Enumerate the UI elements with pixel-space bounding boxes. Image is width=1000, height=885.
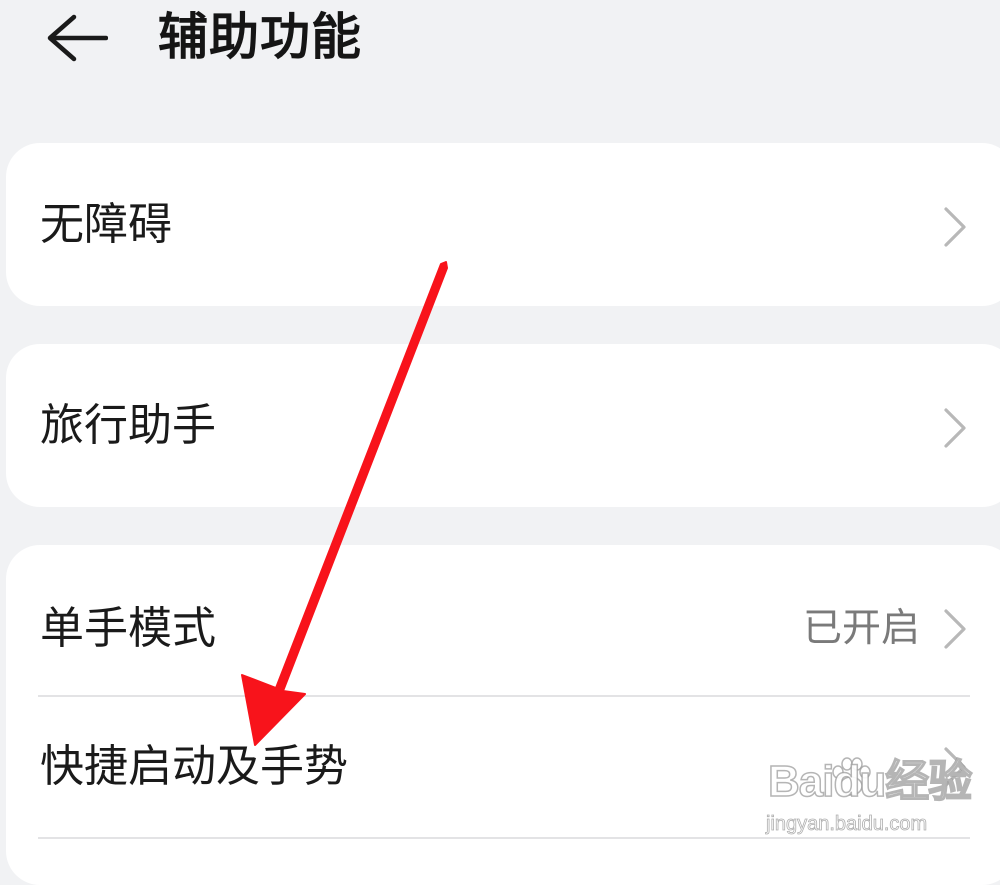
top-bar: 辅助功能 <box>0 0 1000 90</box>
divider <box>38 837 970 839</box>
list-item-accessibility[interactable]: 无障碍 <box>6 143 1000 306</box>
list-item-label: 无障碍 <box>40 199 172 250</box>
settings-card: 单手模式 已开启 快捷启动及手势 <box>6 545 1000 885</box>
list-item-one-handed-mode[interactable]: 单手模式 已开启 <box>6 545 1000 695</box>
page-title: 辅助功能 <box>158 8 362 66</box>
list-item-label: 单手模式 <box>40 603 216 654</box>
status-value: 已开启 <box>802 606 920 651</box>
chevron-right-icon <box>944 408 966 448</box>
settings-card: 旅行助手 <box>6 344 1000 507</box>
settings-card: 无障碍 <box>6 143 1000 306</box>
list-item-travel-assistant[interactable]: 旅行助手 <box>6 344 1000 507</box>
chevron-right-icon <box>944 609 966 649</box>
chevron-right-icon <box>944 207 966 247</box>
list-item-shortcuts-gestures[interactable]: 快捷启动及手势 <box>6 697 1000 837</box>
arrow-left-icon <box>47 14 108 62</box>
back-button[interactable] <box>36 6 116 70</box>
chevron-right-icon <box>944 747 966 787</box>
list-item-label: 快捷启动及手势 <box>40 741 348 792</box>
list-item-label: 旅行助手 <box>40 400 216 451</box>
